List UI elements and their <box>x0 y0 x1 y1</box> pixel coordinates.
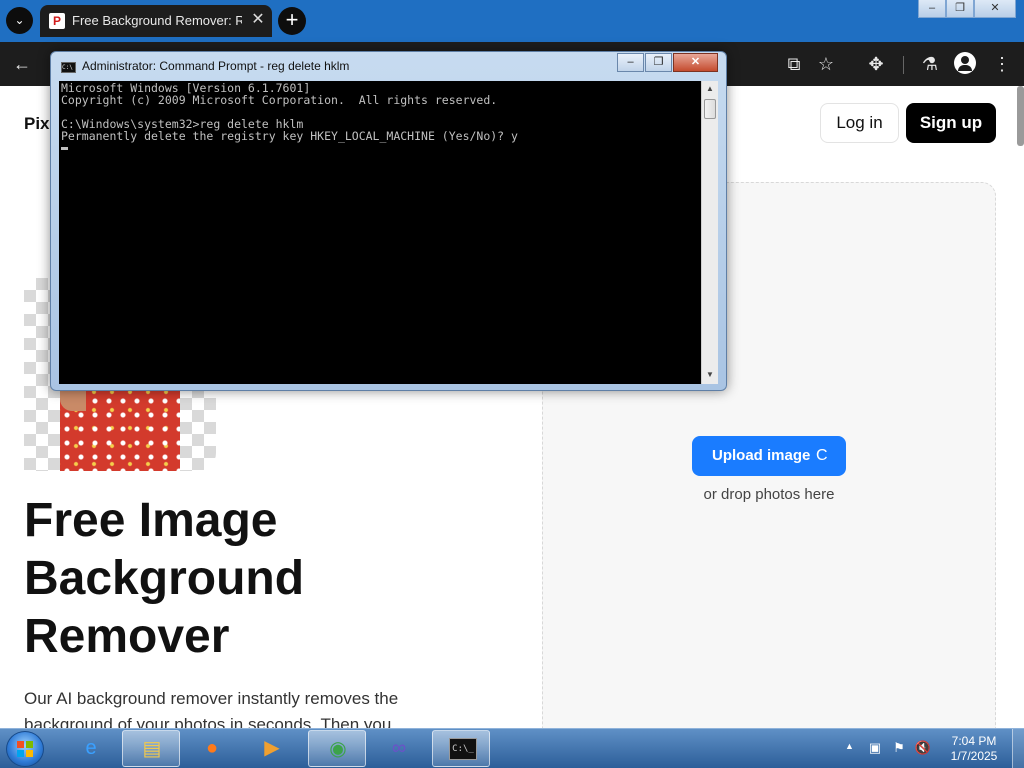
visual-studio-icon: ∞ <box>391 737 407 759</box>
command-prompt-window[interactable]: C:\ Administrator: Command Prompt - reg … <box>50 51 727 391</box>
taskbar-item[interactable]: ▶ <box>243 730 301 767</box>
internet-explorer-icon: e <box>85 737 97 759</box>
drop-hint: or drop photos here <box>703 486 835 503</box>
browser-tab[interactable]: P Free Background Remover: Remove Bg fro… <box>40 5 272 37</box>
headline-line: Free Image <box>24 494 278 547</box>
labs-flask-icon[interactable]: ⚗ <box>918 52 942 76</box>
site-logo[interactable]: Pix <box>24 114 50 134</box>
windows-logo-icon <box>17 741 34 758</box>
back-arrow-icon[interactable]: ← <box>10 52 34 76</box>
taskbar-item[interactable]: C:\_ <box>432 730 490 767</box>
cmd-titlebar[interactable]: C:\ Administrator: Command Prompt - reg … <box>51 52 726 80</box>
clock-date: 1/7/2025 <box>950 749 998 763</box>
page-description: Our AI background remover instantly remo… <box>24 689 399 728</box>
tab-title: Free Background Remover: Remove Bg from … <box>72 13 242 28</box>
show-hidden-icons-icon[interactable]: ▲ <box>845 741 854 751</box>
taskbar-item[interactable]: ▤ <box>122 730 180 767</box>
star-icon[interactable]: ☆ <box>814 52 838 76</box>
upload-button-label: Upload image <box>712 447 811 464</box>
firefox-icon: ● <box>205 737 219 759</box>
scroll-down-arrow-icon[interactable]: ▼ <box>702 367 718 383</box>
cmd-scrollbar[interactable]: ▲ ▼ <box>701 81 718 384</box>
cmd-window-controls: – ❐ ✕ <box>617 53 721 72</box>
upload-image-button[interactable]: Upload image C <box>692 436 846 476</box>
chevron-down-icon[interactable]: ⌄ <box>6 7 33 34</box>
close-window-button[interactable]: ✕ <box>974 0 1016 18</box>
text-cursor <box>61 147 68 150</box>
taskbar-item[interactable]: ● <box>183 730 241 767</box>
loading-spinner-icon: C <box>816 447 828 464</box>
minimize-button[interactable]: – <box>918 0 946 18</box>
command-prompt-icon: C:\_ <box>449 738 477 760</box>
kebab-menu-icon[interactable]: ⋮ <box>990 52 1014 76</box>
console-line: Copyright (c) 2009 Microsoft Corporation… <box>61 93 498 107</box>
chrome-icon: ◉ <box>329 738 347 760</box>
extensions-icon[interactable]: ✥ <box>864 52 888 76</box>
cmd-window-icon: C:\ <box>61 62 76 73</box>
console-line: Permanently delete the registry key HKEY… <box>61 129 518 143</box>
taskbar-item[interactable]: ◉ <box>308 730 366 767</box>
system-clock[interactable]: 7:04 PM 1/7/2025 <box>944 734 1004 764</box>
close-icon[interactable]: ✕ <box>248 10 268 30</box>
cmd-window-title: Administrator: Command Prompt - reg dele… <box>82 59 350 73</box>
start-button[interactable] <box>6 731 44 767</box>
headline-line: Background <box>24 552 305 605</box>
taskbar-item[interactable]: e <box>62 730 120 767</box>
media-player-icon: ▶ <box>264 737 280 759</box>
login-button[interactable]: Log in <box>820 103 899 143</box>
windows-taskbar: e ▤ ● ▶ ◉ ∞ C:\_ ▲ ▣ ⚑ 🔇 7:04 PM 1/7/2025 <box>0 728 1024 768</box>
window-controls: – ❐ ✕ <box>918 0 1018 18</box>
taskbar-item[interactable]: ∞ <box>370 730 428 767</box>
page-title: Free Image Background Remover <box>24 492 444 666</box>
cmd-close-button[interactable]: ✕ <box>673 53 718 72</box>
pixelcut-favicon-icon: P <box>49 13 65 29</box>
headline-line: Remover <box>24 610 230 663</box>
browser-tab-strip: ⌄ P Free Background Remover: Remove Bg f… <box>0 0 1024 42</box>
cmd-minimize-button[interactable]: – <box>617 53 644 72</box>
scroll-thumb[interactable] <box>704 99 716 119</box>
console-cursor-line <box>61 142 699 154</box>
network-icon[interactable]: ▣ <box>866 739 884 757</box>
clock-time: 7:04 PM <box>951 734 997 748</box>
page-scrollbar[interactable] <box>1017 86 1024 146</box>
signup-button[interactable]: Sign up <box>906 103 996 143</box>
volume-muted-icon[interactable]: 🔇 <box>914 739 932 757</box>
show-desktop-button[interactable] <box>1012 729 1024 768</box>
cmd-console[interactable]: Microsoft Windows [Version 6.1.7601] Cop… <box>59 81 701 384</box>
profile-icon[interactable] <box>954 52 976 74</box>
cmd-maximize-button[interactable]: ❐ <box>645 53 672 72</box>
scroll-up-arrow-icon[interactable]: ▲ <box>702 81 718 97</box>
toolbar-divider <box>903 56 904 74</box>
action-center-flag-icon[interactable]: ⚑ <box>890 739 908 757</box>
restore-button[interactable]: ❐ <box>946 0 974 18</box>
plus-icon[interactable]: + <box>278 7 306 35</box>
file-explorer-icon: ▤ <box>142 738 162 760</box>
install-app-icon[interactable]: ⧉ <box>782 52 806 76</box>
